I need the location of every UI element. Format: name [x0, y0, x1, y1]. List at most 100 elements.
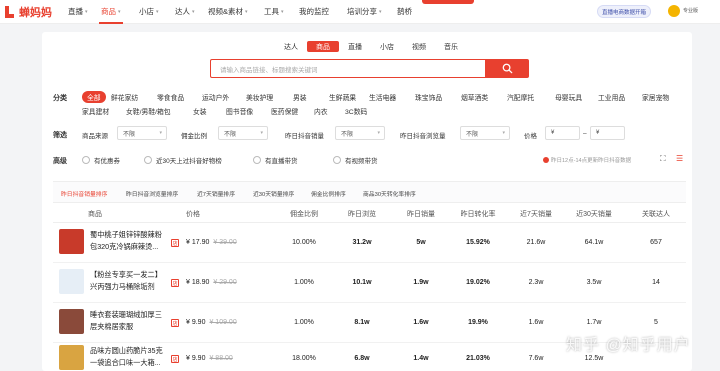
update-hint: 昨日12点-14点更新昨日抖音数据 [543, 156, 631, 164]
search-tab[interactable]: 音乐 [435, 41, 467, 52]
category-chip[interactable]: 鲜花家纺 [111, 92, 138, 102]
sort-tab[interactable]: 近30天销量排序 [253, 189, 294, 198]
category-chip[interactable]: 家具建材 [82, 106, 109, 116]
column-header[interactable]: 昨日销量 [401, 209, 441, 219]
table-cell-kols: 14 [652, 279, 660, 286]
column-header[interactable]: 昨日转化率 [458, 209, 498, 219]
category-chip[interactable]: 工业用品 [598, 92, 625, 102]
category-chip[interactable]: 烟草酒类 [461, 92, 488, 102]
nav-item[interactable]: 我的监控 [299, 6, 329, 17]
nav-item-label: 工具 [264, 7, 279, 16]
chevron-down-icon: ▾ [377, 130, 380, 136]
category-chip[interactable]: 3C数码 [345, 106, 367, 116]
product-thumbnail[interactable] [59, 269, 84, 294]
brand-name: 蝉妈妈 [19, 7, 52, 19]
shop-tag-icon: 店 [171, 279, 179, 287]
category-chip[interactable]: 家居宠物 [642, 92, 669, 102]
category-chip[interactable]: 图书音像 [226, 106, 253, 116]
nav-item[interactable]: 鹊桥 [397, 6, 412, 17]
category-chip[interactable]: 女鞋/男鞋/箱包 [126, 106, 171, 116]
category-chip[interactable]: 男装 [293, 92, 307, 102]
search-tab[interactable]: 达人 [275, 41, 307, 52]
category-chip[interactable]: 女装 [193, 106, 207, 116]
column-header[interactable]: 近30天销量 [574, 209, 614, 219]
checkbox-icon [82, 156, 90, 164]
nav-item-label: 达人 [175, 7, 190, 16]
category-chip[interactable]: 医药保健 [271, 106, 298, 116]
table-cell-commission: 1.00% [294, 279, 314, 286]
column-header[interactable]: 关联达人 [636, 209, 676, 219]
column-header[interactable]: 近7天销量 [516, 209, 556, 219]
category-chip[interactable]: 生活电器 [369, 92, 396, 102]
list-view-icon[interactable]: ☰ [676, 154, 683, 163]
filter-dropdown[interactable]: 不限 ▾ [460, 126, 510, 140]
sync-data-button[interactable]: 直播电商数据开箱 [597, 5, 652, 18]
nav-item[interactable]: 达人 ▾ [175, 6, 195, 17]
promo-banner-tab[interactable] [422, 0, 474, 4]
category-chip[interactable]: 珠宝饰品 [415, 92, 442, 102]
nav-item[interactable]: 视频&素材 ▾ [208, 6, 248, 17]
checkbox-label: 有视频带货 [345, 158, 378, 165]
search-tab[interactable]: 视频 [403, 41, 435, 52]
logo-icon [5, 6, 14, 18]
sort-tab[interactable]: 昨日抖音销量排序 [61, 189, 107, 198]
category-chip[interactable]: 零食食品 [157, 92, 184, 102]
filter-checkbox[interactable]: 有直播带货 [253, 155, 298, 165]
current-price: ¥ 17.90 [186, 239, 210, 246]
filter-checkbox[interactable]: 近30天上过抖音好物榜 [144, 155, 222, 165]
filter-checkbox[interactable]: 有视频带货 [333, 155, 378, 165]
nav-item[interactable]: 培训分享 ▾ [347, 6, 382, 17]
product-thumbnail[interactable] [59, 229, 84, 254]
product-thumbnail[interactable] [59, 345, 84, 370]
category-chip[interactable]: 运动户外 [202, 92, 229, 102]
nav-item[interactable]: 直播 ▾ [68, 6, 88, 17]
filter-dropdown[interactable]: 不限 ▾ [117, 126, 167, 140]
category-chip[interactable]: 生鲜蔬果 [329, 92, 356, 102]
nav-active-indicator [99, 22, 123, 24]
category-chip[interactable]: 汽配摩托 [507, 92, 534, 102]
search-tab[interactable]: 直播 [339, 41, 371, 52]
category-chip[interactable]: 全部 [82, 91, 106, 103]
filter-dropdown[interactable]: 不限 ▾ [335, 126, 385, 140]
column-header[interactable]: 佣金比例 [284, 209, 324, 219]
nav-item[interactable]: 商品 ▾ [101, 6, 121, 17]
product-thumbnail[interactable] [59, 309, 84, 334]
filter-dropdown[interactable]: ¥ [545, 126, 580, 140]
search-input[interactable]: 请输入商品链接、标题搜索关键词 [210, 59, 485, 78]
sort-tab[interactable]: 近7天销量排序 [197, 189, 235, 198]
product-name[interactable]: 蜀中桃子姐锌锌酸辣粉包320克冷锅麻辣烫... [90, 229, 166, 253]
category-row-label: 分类 [53, 95, 67, 102]
category-chip[interactable]: 母婴玩具 [555, 92, 582, 102]
sort-tab[interactable]: 佣金比例排序 [311, 189, 346, 198]
shop-tag-icon: 店 [171, 355, 179, 363]
chevron-down-icon: ▾ [159, 130, 162, 136]
search-tab[interactable]: 商品 [307, 41, 339, 52]
fullscreen-icon[interactable]: ⛶ [660, 154, 666, 164]
nav-item-label: 我的监控 [299, 7, 329, 16]
table-cell-views: 8.1w [354, 319, 370, 326]
search-button[interactable] [485, 59, 529, 78]
search-tab[interactable]: 小店 [371, 41, 403, 52]
column-header[interactable]: 昨日浏览 [342, 209, 382, 219]
shop-tag-icon: 店 [171, 239, 179, 247]
table-cell-sales: 5w [416, 239, 426, 246]
brand-logo[interactable]: 蝉妈妈 [2, 3, 52, 21]
product-name[interactable]: 【粉丝专享买一发二】兴丙强力马桶除垢剂 [90, 269, 166, 293]
chevron-down-icon: ▾ [85, 8, 88, 15]
product-name[interactable]: 睡衣套装珊瑚绒加厚三层夹棉居家服 [90, 309, 166, 333]
category-chip[interactable]: 内衣 [314, 106, 328, 116]
sort-tab[interactable]: 商品30天转化率排序 [363, 189, 416, 198]
sort-tab[interactable]: 昨日抖音浏览量排序 [126, 189, 178, 198]
avatar[interactable] [668, 5, 680, 17]
filter-checkbox[interactable]: 有优惠券 [82, 155, 120, 165]
category-chip[interactable]: 美妆护理 [246, 92, 273, 102]
nav-item[interactable]: 小店 ▾ [139, 6, 159, 17]
product-name[interactable]: 品味方圆山药脆片35克一袋追合口味一大箱... [90, 345, 166, 369]
price-max-input[interactable]: ¥ [590, 126, 625, 140]
filter-dropdown[interactable]: 不限 ▾ [218, 126, 268, 140]
nav-item[interactable]: 工具 ▾ [264, 6, 284, 17]
product-price: ¥ 9.90 ¥ 88.00 [186, 355, 233, 362]
table-cell-views: 31.2w [352, 239, 372, 246]
table-cell-views: 6.8w [354, 355, 370, 362]
checkbox-label: 有优惠券 [94, 158, 120, 165]
